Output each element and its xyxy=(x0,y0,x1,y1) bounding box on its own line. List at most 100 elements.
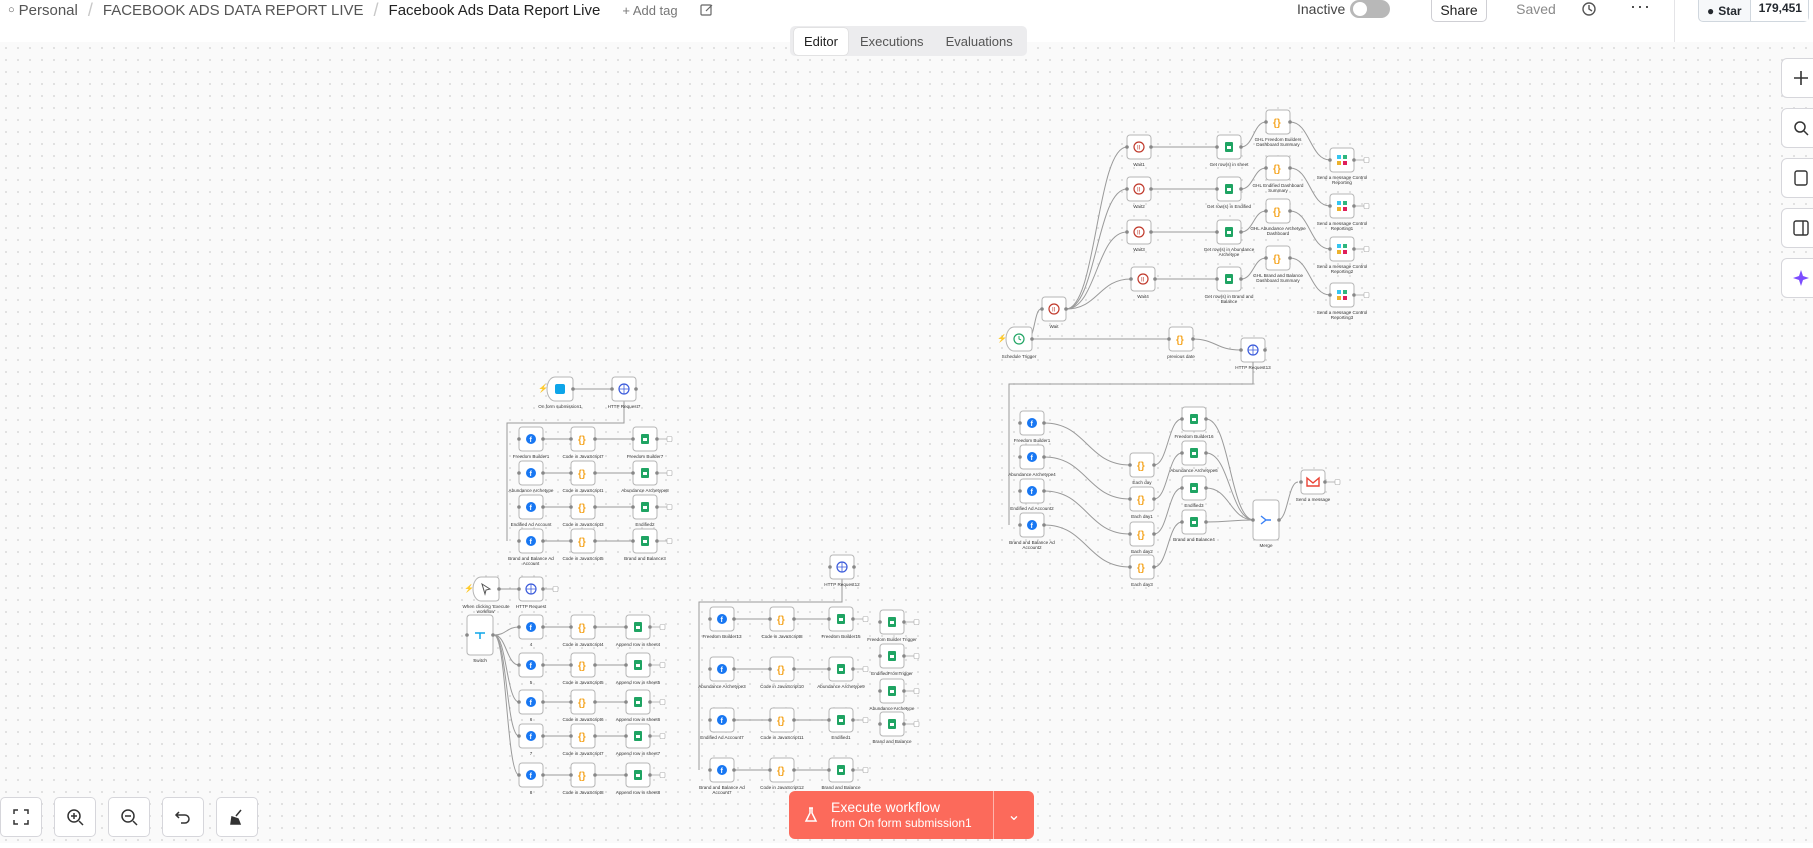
workflow-node[interactable]: Abundance Archetype xyxy=(870,678,920,711)
workflow-node[interactable]: fEndified Ad Account7 xyxy=(700,707,744,740)
input-port[interactable] xyxy=(827,768,831,772)
output-port[interactable] xyxy=(497,587,501,591)
input-port[interactable] xyxy=(1125,230,1129,234)
input-port[interactable] xyxy=(1264,256,1268,260)
add-node-plus-icon[interactable] xyxy=(552,586,559,592)
output-port[interactable] xyxy=(541,700,545,704)
add-node-plus-icon[interactable] xyxy=(862,666,869,672)
input-port[interactable] xyxy=(1125,145,1129,149)
input-port[interactable] xyxy=(827,718,831,722)
input-port[interactable] xyxy=(827,667,831,671)
input-port[interactable] xyxy=(768,768,772,772)
breadcrumb-owner[interactable]: Personal xyxy=(19,2,78,19)
workflow-node[interactable]: {} Code in JavaScript8 xyxy=(562,762,604,795)
undo-button[interactable] xyxy=(162,797,204,837)
input-port[interactable] xyxy=(569,773,573,777)
output-port[interactable] xyxy=(1352,293,1356,297)
workflow-node[interactable]: Append row in sheet5 xyxy=(616,652,666,685)
workflow-node[interactable]: {} Code in JavaScript4 xyxy=(562,614,604,647)
output-port[interactable] xyxy=(1239,145,1243,149)
workflow-node[interactable]: EndifiedFromTrigger xyxy=(871,643,920,676)
add-node-plus-icon[interactable] xyxy=(666,436,673,442)
add-node-plus-icon[interactable] xyxy=(862,767,869,773)
output-port[interactable] xyxy=(648,734,652,738)
output-port[interactable] xyxy=(1288,166,1292,170)
workflow-node[interactable]: Freedom Builder15 xyxy=(821,606,869,639)
workflow-node[interactable]: Endified1 xyxy=(827,707,869,740)
sticky-note-button[interactable] xyxy=(1781,158,1813,198)
workflow-node[interactable]: {} Code in JavaScript5 xyxy=(562,652,604,685)
output-port[interactable] xyxy=(1323,480,1327,484)
workflow-node[interactable]: Get row(s) in sheet xyxy=(1210,134,1250,167)
output-port[interactable] xyxy=(1149,187,1153,191)
input-port[interactable] xyxy=(1328,204,1332,208)
input-port[interactable] xyxy=(1328,293,1332,297)
workflow-node[interactable]: Switch xyxy=(465,614,495,663)
output-port[interactable] xyxy=(1352,204,1356,208)
execute-options-button[interactable]: ⌄ xyxy=(993,791,1034,839)
input-port[interactable] xyxy=(631,505,635,509)
input-port[interactable] xyxy=(768,667,772,671)
input-port[interactable] xyxy=(708,617,712,621)
input-port[interactable] xyxy=(768,718,772,722)
input-port[interactable] xyxy=(624,663,628,667)
output-port[interactable] xyxy=(593,471,597,475)
output-port[interactable] xyxy=(541,587,545,591)
input-port[interactable] xyxy=(517,625,521,629)
input-port[interactable] xyxy=(569,471,573,475)
add-node-plus-icon[interactable] xyxy=(913,688,920,694)
output-port[interactable] xyxy=(655,437,659,441)
output-port[interactable] xyxy=(1204,451,1208,455)
workflow-node[interactable]: II Wait xyxy=(1040,296,1068,329)
output-port[interactable] xyxy=(1064,307,1068,311)
input-port[interactable] xyxy=(708,718,712,722)
output-port[interactable] xyxy=(655,539,659,543)
output-port[interactable] xyxy=(1149,145,1153,149)
output-port[interactable] xyxy=(792,617,796,621)
workflow-node[interactable]: {} Code in JavaScript11 xyxy=(760,707,804,740)
workflow-node[interactable]: {} Code in JavaScript8 xyxy=(761,606,803,639)
input-port[interactable] xyxy=(1129,277,1133,281)
output-port[interactable] xyxy=(648,663,652,667)
workflow-node[interactable]: Freedom Builder7 xyxy=(627,426,673,459)
workflow-node[interactable]: fEndified Ad Account xyxy=(511,494,553,527)
zoom-out-button[interactable] xyxy=(108,797,150,837)
add-tag-button[interactable]: + Add tag xyxy=(622,3,677,18)
workflow-node[interactable]: Brand and Balance xyxy=(872,711,920,744)
workflow-node[interactable]: Get row(s) in AbundanceArchetype xyxy=(1204,219,1255,257)
output-port[interactable] xyxy=(1288,209,1292,213)
input-port[interactable] xyxy=(1251,518,1255,522)
output-port[interactable] xyxy=(1204,486,1208,490)
output-port[interactable] xyxy=(1153,277,1157,281)
history-icon[interactable] xyxy=(1580,0,1598,18)
input-port[interactable] xyxy=(1040,307,1044,311)
input-port[interactable] xyxy=(517,437,521,441)
workflow-node[interactable]: {} Code in JavaScript6 xyxy=(562,689,604,722)
input-port[interactable] xyxy=(1215,230,1219,234)
output-port[interactable] xyxy=(732,768,736,772)
input-port[interactable] xyxy=(610,387,614,391)
workflow-node[interactable]: Append row in sheet7 xyxy=(616,723,666,756)
input-port[interactable] xyxy=(631,471,635,475)
workflow-node[interactable]: fAbundance Archetype xyxy=(509,460,554,493)
search-nodes-button[interactable] xyxy=(1781,108,1813,148)
workflow-node[interactable]: HTTP Request xyxy=(516,576,559,609)
edit-description-icon[interactable] xyxy=(700,3,714,17)
workflow-node[interactable]: {} Each day3 xyxy=(1128,554,1156,587)
workflow-node[interactable]: Append row in sheet4 xyxy=(616,614,666,647)
workflow-node[interactable]: f7 xyxy=(517,723,545,756)
input-port[interactable] xyxy=(1180,486,1184,490)
add-node-plus-icon[interactable] xyxy=(659,699,666,705)
workflow-node[interactable]: f4 xyxy=(517,614,545,647)
output-port[interactable] xyxy=(1277,518,1281,522)
input-port[interactable] xyxy=(827,617,831,621)
output-port[interactable] xyxy=(732,667,736,671)
output-port[interactable] xyxy=(902,620,906,624)
workflow-node[interactable]: ⚡When clicking 'Executeworkflow' xyxy=(462,576,510,614)
add-node-plus-icon[interactable] xyxy=(913,721,920,727)
input-port[interactable] xyxy=(878,654,882,658)
workflow-node[interactable]: {} Code in JavaScript7 xyxy=(562,723,604,756)
output-port[interactable] xyxy=(648,700,652,704)
input-port[interactable] xyxy=(1180,451,1184,455)
add-node-plus-icon[interactable] xyxy=(666,504,673,510)
